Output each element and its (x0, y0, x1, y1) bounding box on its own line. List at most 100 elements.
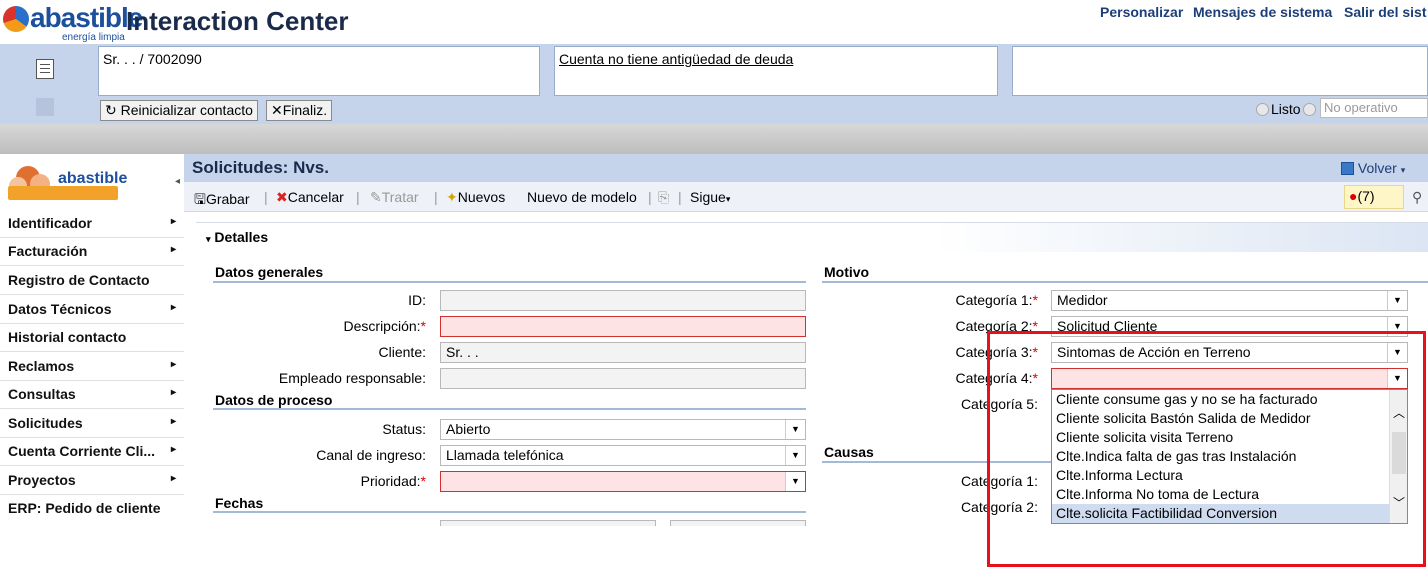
radio-no-operativo[interactable] (1303, 101, 1318, 117)
debt-note-link[interactable]: Cuenta no tiene antigüedad de deuda (559, 51, 793, 67)
main-toolbar: 🖫Grabar | ✖Cancelar | ✎Tratar | ✦Nuevos … (184, 182, 1428, 212)
status-listo[interactable]: Listo (1256, 101, 1301, 117)
collapse-icon[interactable]: ◂ (175, 176, 180, 187)
chevron-down-icon: ▾ (1400, 165, 1406, 175)
chevron-right-icon: ▸ (170, 387, 176, 398)
status-select[interactable]: Abierto ▼ (440, 419, 806, 440)
sidebar-item-label: Identificador (8, 215, 93, 231)
chevron-down-icon[interactable]: ▼ (785, 446, 805, 465)
canal-select[interactable]: Llamada telefónica ▼ (440, 445, 806, 466)
placeholder-icon (36, 98, 54, 116)
main-header: Solicitudes: Nvs. Volver ▾ (184, 154, 1428, 182)
status-listo-label: Listo (1271, 101, 1301, 117)
divider: | (264, 189, 268, 205)
sidebar-item-cuenta-corriente[interactable]: Cuenta Corriente Cli... ▸ (0, 438, 184, 466)
sidebar-item-datos-tecnicos[interactable]: Datos Técnicos ▸ (0, 296, 184, 324)
chevron-down-icon: ▾ (206, 234, 211, 244)
reset-contact-button[interactable]: ↻ Reinicializar contacto (100, 100, 258, 121)
brand-logo-subtitle: energía limpia (62, 32, 125, 43)
sidebar-item-label: Consultas (8, 386, 76, 402)
sidebar-item-label: Cuenta Corriente Cli... (8, 443, 156, 459)
cancelar-label: Cancelar (287, 189, 344, 205)
refresh-icon: ↻ (105, 102, 117, 118)
fecha-field[interactable] (440, 520, 656, 526)
fechas-title: Fechas (215, 495, 264, 511)
back-icon (1341, 162, 1354, 175)
sigue-button[interactable]: Sigue▾ (690, 189, 730, 205)
sidebar-item-proyectos[interactable]: Proyectos ▸ (0, 467, 184, 495)
sidebar-item-label: Proyectos (8, 472, 76, 488)
sidebar-item-label: Datos Técnicos (8, 301, 112, 317)
sidebar-item-erp-pedido[interactable]: ERP: Pedido de cliente (0, 495, 184, 523)
prioridad-label-text: Prioridad: (360, 473, 421, 489)
cancelar-button[interactable]: ✖Cancelar (276, 189, 344, 206)
motivo-cat1-label: Categoría 1:* (955, 292, 1038, 308)
sidebar-item-historial[interactable]: Historial contacto (0, 324, 184, 352)
descripcion-label-text: Descripción: (343, 318, 421, 334)
sidebar-item-registro-contacto[interactable]: Registro de Contacto (0, 267, 184, 295)
volver-button[interactable]: Volver ▾ (1341, 160, 1405, 176)
tratar-label: Tratar (381, 189, 419, 205)
status-no-operativo-field[interactable]: No operativo (1320, 98, 1428, 118)
nuevo-modelo-button[interactable]: Nuevo de modelo (527, 189, 637, 205)
prioridad-select[interactable]: ▼ (440, 471, 806, 492)
chevron-right-icon: ▸ (170, 216, 176, 227)
sidebar-item-solicitudes[interactable]: Solicitudes ▸ (0, 410, 184, 438)
causas-title: Causas (824, 444, 874, 460)
sidebar-item-facturacion[interactable]: Facturación ▸ (0, 238, 184, 266)
cliente-field[interactable]: Sr. . . (440, 342, 806, 363)
motivo-title: Motivo (824, 264, 870, 280)
nuevos-button[interactable]: ✦Nuevos (446, 189, 505, 206)
tratar-button[interactable]: ✎Tratar (370, 189, 419, 206)
details-toggle[interactable]: ▾ Detalles (206, 229, 268, 245)
notes-icon[interactable] (36, 59, 54, 79)
status-value: Abierto (446, 421, 491, 437)
debt-info-box: Cuenta no tiene antigüedad de deuda (554, 46, 998, 96)
chevron-right-icon: ▸ (170, 444, 176, 455)
divider: | (434, 189, 438, 205)
sidebar-item-label: Solicitudes (8, 415, 83, 431)
empleado-field[interactable] (440, 368, 806, 389)
canal-label: Canal de ingreso: (316, 447, 426, 463)
copy-icon[interactable]: ⎘ (658, 189, 669, 206)
details-section-header[interactable]: ▾ Detalles (196, 222, 1428, 252)
motivo-cat1-select[interactable]: Medidor ▼ (1051, 290, 1408, 311)
sidebar: abastible ◂ Identificador ▸ Facturación ▸ … (0, 154, 184, 526)
customer-info-box: Sr. . . / 7002090 (98, 46, 540, 96)
sidebar-logo-text: abastible (58, 170, 128, 187)
grabar-button[interactable]: 🖫Grabar (194, 189, 250, 213)
empleado-label: Empleado responsable: (278, 370, 426, 386)
chevron-down-icon[interactable]: ▼ (785, 472, 805, 491)
customer-info: Sr. . . / 7002090 (103, 51, 202, 67)
sidebar-item-identificador[interactable]: Identificador ▸ (0, 210, 184, 238)
chevron-right-icon: ▸ (170, 473, 176, 484)
hora-field[interactable] (670, 520, 806, 526)
section-divider (822, 281, 1428, 283)
radio-no-operativo-icon[interactable] (1303, 103, 1316, 116)
alerts-count: (7) (1357, 188, 1375, 204)
grabar-label: Grabar (205, 191, 250, 207)
sidebar-item-reclamos[interactable]: Reclamos ▸ (0, 353, 184, 381)
settings-icon[interactable]: ⚲ (1412, 189, 1422, 206)
finish-button[interactable]: ✕Finaliz. (266, 100, 333, 121)
descripcion-field[interactable] (440, 316, 806, 337)
system-messages-link[interactable]: Mensajes de sistema (1193, 4, 1332, 20)
logout-link[interactable]: Salir del sist (1344, 4, 1426, 20)
cancel-icon: ✖ (276, 189, 288, 205)
personalizar-link[interactable]: Personalizar (1100, 4, 1183, 20)
edit-icon: ✎ (370, 189, 382, 205)
extra-info-box (1012, 46, 1428, 96)
volver-label: Volver (1357, 160, 1397, 176)
radio-listo-icon[interactable] (1256, 103, 1269, 116)
chevron-down-icon[interactable]: ▼ (1387, 291, 1407, 310)
datos-proceso-title: Datos de proceso (215, 392, 333, 408)
sidebar-item-label: Historial contacto (8, 329, 127, 345)
sidebar-logo: abastible ◂ (0, 156, 182, 208)
id-field[interactable] (440, 290, 806, 311)
motivo-cat1-value: Medidor (1057, 292, 1108, 308)
alerts-badge[interactable]: ●(7) (1344, 185, 1404, 209)
chevron-down-icon[interactable]: ▼ (785, 420, 805, 439)
sidebar-item-consultas[interactable]: Consultas ▸ (0, 381, 184, 409)
sidebar-item-label: Facturación (8, 243, 88, 259)
chevron-right-icon: ▸ (170, 416, 176, 427)
